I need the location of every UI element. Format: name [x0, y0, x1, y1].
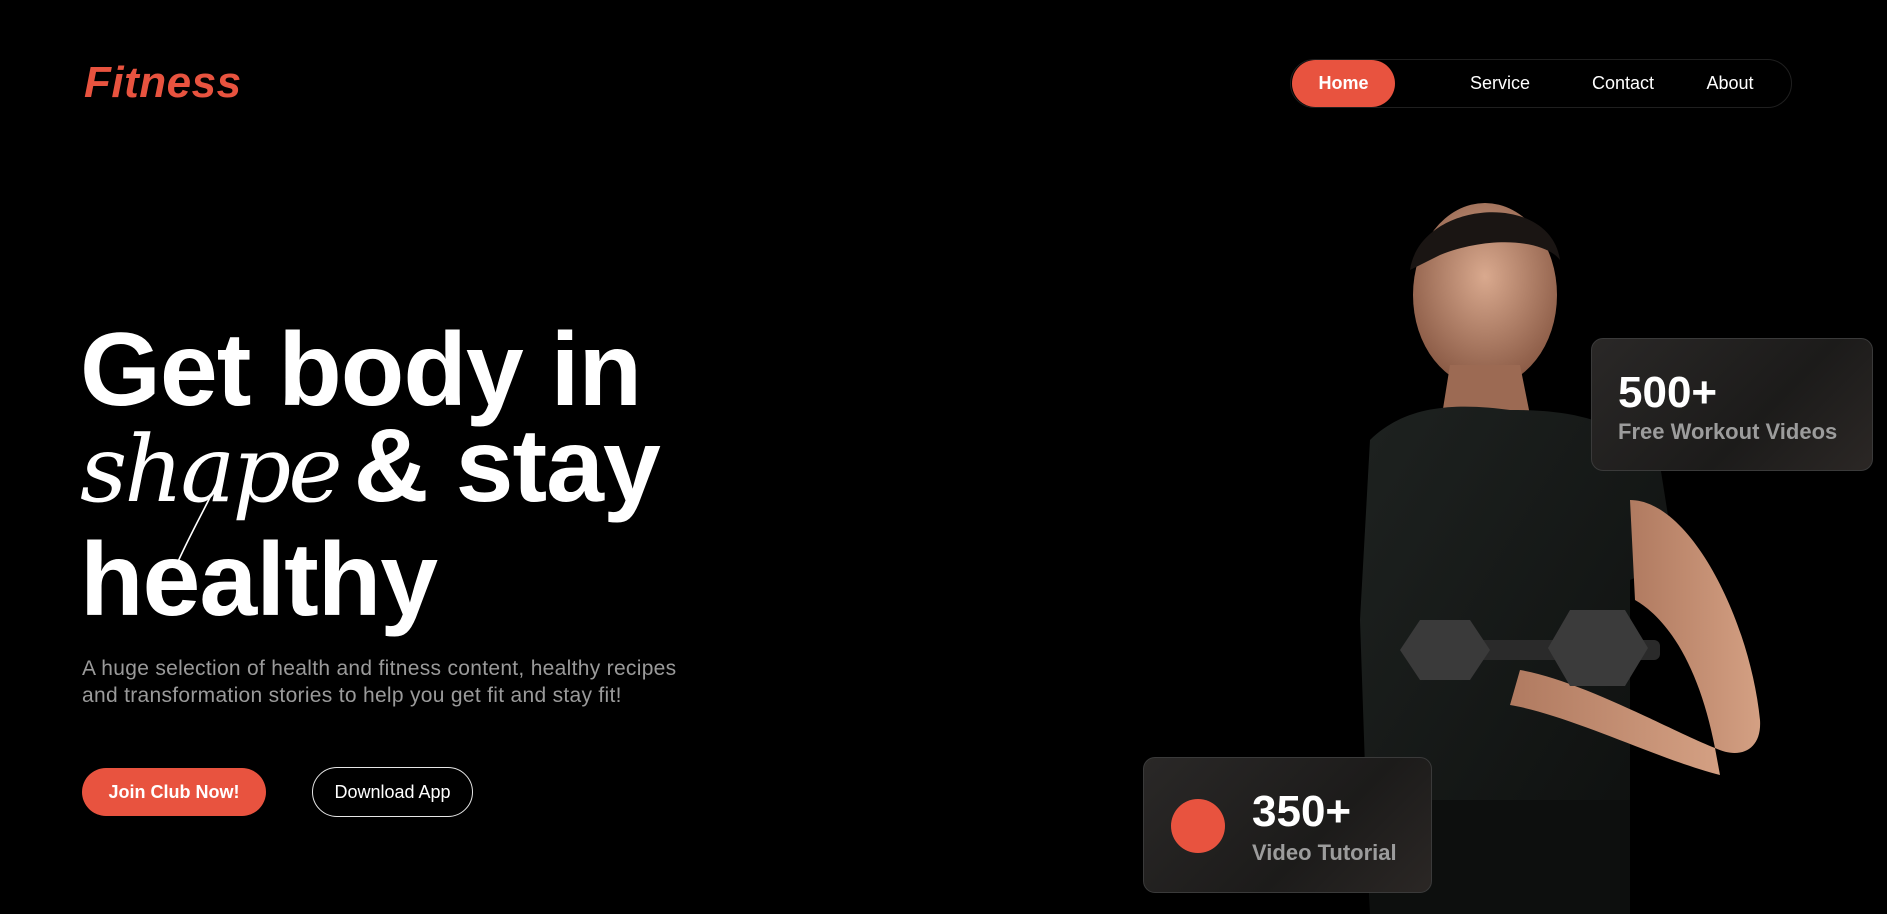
- hero-subtitle-line2: and transformation stories to help you g…: [82, 684, 622, 707]
- stat-label: Video Tutorial: [1252, 840, 1397, 865]
- stat-card-video-tutorial: 350+ Video Tutorial: [1143, 757, 1432, 893]
- landing-page: Fitness Home Service Contact About Get b…: [0, 0, 1887, 914]
- hero-heading-line2-rest: & stay: [353, 408, 661, 524]
- hero-heading-line1: Get body in: [80, 312, 642, 428]
- hero-subtitle: A huge selection of health and fitness c…: [82, 655, 782, 709]
- nav-item-service[interactable]: Service: [1452, 60, 1548, 107]
- logo[interactable]: Fitness: [84, 58, 242, 108]
- stat-number: 350+: [1252, 787, 1352, 836]
- hero-subtitle-line1: A huge selection of health and fitness c…: [82, 657, 677, 680]
- hero-heading-line3: healthy: [80, 522, 438, 638]
- red-dot-icon: [1171, 799, 1225, 853]
- hero-heading-line2: shape & stay: [80, 414, 661, 523]
- main-nav: Home Service Contact About: [1290, 59, 1792, 108]
- stat-label: Free Workout Videos: [1618, 419, 1838, 444]
- nav-item-home[interactable]: Home: [1292, 60, 1395, 107]
- stat-card-workout-videos: 500+ Free Workout Videos: [1591, 338, 1873, 471]
- join-club-button[interactable]: Join Club Now!: [82, 768, 266, 816]
- stat-number: 500+: [1618, 368, 1718, 417]
- download-app-button[interactable]: Download App: [312, 767, 473, 817]
- nav-item-contact[interactable]: Contact: [1575, 60, 1671, 107]
- hero-script-word: shape: [80, 416, 343, 523]
- nav-item-about[interactable]: About: [1691, 60, 1769, 107]
